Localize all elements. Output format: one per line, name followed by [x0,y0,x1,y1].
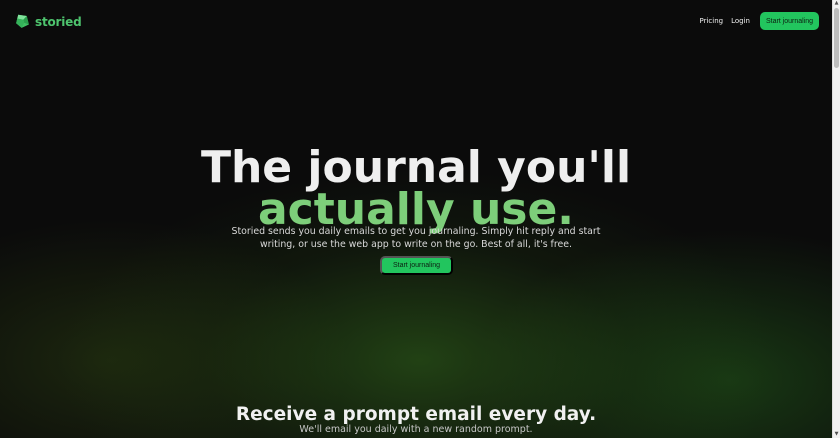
scroll-up-arrow-icon[interactable]: ▲ [833,0,840,7]
prompt-section-title: Receive a prompt email every day. [235,404,597,426]
hero-start-journaling-button[interactable]: Start journaling [380,256,453,275]
storied-logo-icon [16,14,29,28]
page-scrollbar[interactable]: ▲ ▼ [832,0,840,438]
header-start-journaling-button[interactable]: Start journaling [760,12,819,30]
brand-logo-link[interactable]: storied [14,13,82,30]
scroll-down-arrow-icon[interactable]: ▼ [833,431,840,438]
site-header: storied Pricing Login Start journaling [0,0,832,42]
hero-subtitle: Storied sends you daily emails to get yo… [231,226,601,251]
nav-link-login[interactable]: Login [731,17,750,25]
nav-link-pricing[interactable]: Pricing [700,17,724,25]
scrollbar-thumb[interactable] [834,8,839,68]
prompt-section-subtitle: We'll email you daily with a new random … [299,423,533,435]
brand-name: storied [35,14,82,29]
main-nav: Pricing Login Start journaling [700,12,819,30]
landing-page: storied Pricing Login Start journaling T… [0,0,840,438]
